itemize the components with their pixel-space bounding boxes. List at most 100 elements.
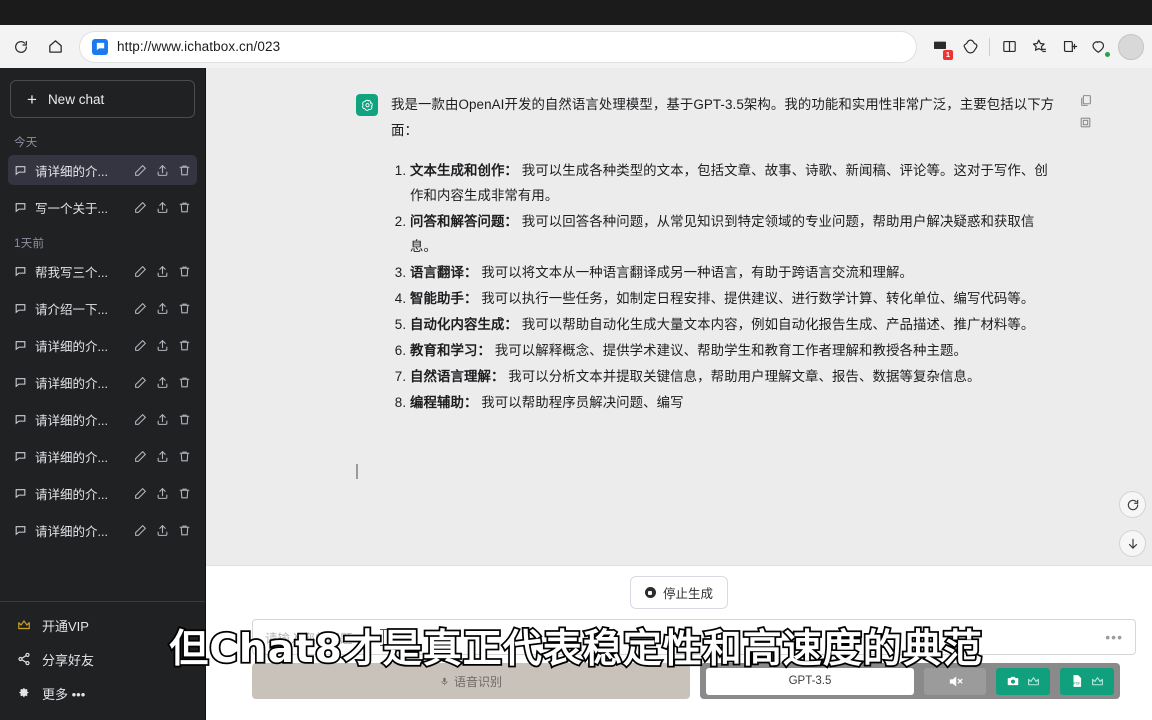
share-icon[interactable]	[156, 164, 169, 177]
share-icon[interactable]	[156, 487, 169, 500]
floating-action-buttons	[1119, 491, 1146, 557]
crown-icon	[16, 618, 31, 633]
share-icon[interactable]	[156, 339, 169, 352]
chat-bubble-icon	[15, 303, 26, 313]
chat-bubble-icon	[15, 525, 26, 535]
browser-tab-strip	[0, 0, 1152, 25]
chat-history-item[interactable]: 请详细的介...	[8, 441, 197, 471]
stop-generating-label: 停止生成	[662, 587, 713, 601]
message-input[interactable]: 请输入您的问题 •••	[252, 619, 1136, 655]
chat-history-item[interactable]: 请详细的介...	[8, 478, 197, 508]
chat-history-item[interactable]: 请详细的介...	[8, 515, 197, 545]
message-actions	[1079, 94, 1092, 129]
regenerate-icon[interactable]	[1119, 491, 1146, 518]
edit-icon[interactable]	[134, 339, 147, 352]
chat-item-title: 请介绍一下...	[35, 302, 108, 317]
list-item: 自然语言理解： 我可以分析文本并提取关键信息，帮助用户理解文章、报告、数据等复杂…	[410, 364, 1056, 389]
share-icon[interactable]	[156, 302, 169, 315]
chat-item-title: 请详细的介...	[35, 450, 108, 465]
mute-toggle[interactable]	[924, 667, 986, 695]
delete-icon[interactable]	[1079, 116, 1092, 129]
share-icon[interactable]	[156, 201, 169, 214]
list-item-body: 我可以将文本从一种语言翻译成另一种语言，有助于跨语言交流和理解。	[481, 265, 913, 280]
input-row: 请输入您的问题 •••	[206, 609, 1152, 655]
edit-icon[interactable]	[134, 376, 147, 389]
sidebar-item-label: 更多 •••	[42, 686, 86, 702]
edit-icon[interactable]	[134, 265, 147, 278]
chat-history-item[interactable]: 请详细的介...	[8, 330, 197, 360]
stop-generating-button[interactable]: 停止生成	[629, 576, 728, 609]
chat-item-title: 请详细的介...	[35, 376, 108, 391]
collections-icon[interactable]	[1055, 33, 1083, 61]
browser-essentials-icon[interactable]	[1085, 33, 1113, 61]
delete-icon[interactable]	[178, 413, 191, 426]
sidebar-item-share[interactable]: 分享好友	[8, 642, 197, 676]
message-scroll-area[interactable]: 我是一款由OpenAI开发的自然语言处理模型，基于GPT-3.5架构。我的功能和…	[206, 68, 1152, 565]
list-item: 编程辅助： 我可以帮助程序员解决问题、编写	[410, 390, 1056, 415]
delete-icon[interactable]	[178, 302, 191, 315]
pdf-upload-button[interactable]: PDF	[1060, 667, 1114, 695]
list-item-title: 文本生成和创作：	[410, 163, 518, 178]
refresh-icon[interactable]	[6, 32, 36, 62]
sidebar-item-more[interactable]: 更多 •••	[8, 676, 197, 710]
split-screen-icon[interactable]	[995, 33, 1023, 61]
downloads-icon[interactable]: 1	[926, 33, 954, 61]
chat-favicon	[92, 38, 108, 55]
edit-icon[interactable]	[134, 201, 147, 214]
share-icon[interactable]	[156, 524, 169, 537]
edit-icon[interactable]	[134, 164, 147, 177]
delete-icon[interactable]	[178, 164, 191, 177]
chat-history-item[interactable]: 帮我写三个...	[8, 256, 197, 286]
chat-history-item[interactable]: 请详细的介...	[8, 155, 197, 185]
camera-upload-button[interactable]	[996, 667, 1050, 695]
favorites-icon[interactable]	[1025, 33, 1053, 61]
list-item: 教育和学习： 我可以解释概念、提供学术建议、帮助学生和教育工作者理解和教授各种主…	[410, 338, 1056, 363]
share-icon[interactable]	[156, 265, 169, 278]
pdf-icon: PDF	[1073, 675, 1082, 687]
delete-icon[interactable]	[178, 339, 191, 352]
chat-history-item[interactable]: 请介绍一下...	[8, 293, 197, 323]
chat-bubble-icon	[15, 202, 26, 212]
list-item: 自动化内容生成： 我可以帮助自动化生成大量文本内容，例如自动化报告生成、产品描述…	[410, 312, 1056, 337]
edit-icon[interactable]	[134, 524, 147, 537]
chat-item-actions	[134, 487, 191, 500]
edit-icon[interactable]	[134, 413, 147, 426]
avatar[interactable]	[1118, 33, 1144, 60]
chat-history-item[interactable]: 写一个关于...	[8, 192, 197, 222]
vip-crown-icon	[1028, 676, 1039, 685]
sidebar-item-vip[interactable]: 开通VIP	[8, 608, 197, 642]
composer-right-tools: GPT-3.5 PDF	[700, 663, 1120, 699]
edit-icon[interactable]	[134, 487, 147, 500]
edit-icon[interactable]	[134, 302, 147, 315]
new-chat-button[interactable]: + New chat	[10, 80, 195, 118]
edit-icon[interactable]	[134, 450, 147, 463]
chat-item-title: 请详细的介...	[35, 524, 108, 539]
delete-icon[interactable]	[178, 376, 191, 389]
delete-icon[interactable]	[178, 487, 191, 500]
chat-history-item[interactable]: 请详细的介...	[8, 404, 197, 434]
delete-icon[interactable]	[178, 450, 191, 463]
delete-icon[interactable]	[178, 201, 191, 214]
share-icon[interactable]	[156, 450, 169, 463]
copy-icon[interactable]	[1079, 94, 1092, 107]
chat-history-item[interactable]: 请详细的介...	[8, 367, 197, 397]
copilot-icon[interactable]	[956, 33, 984, 61]
share-icon[interactable]	[156, 376, 169, 389]
home-icon[interactable]	[40, 32, 70, 62]
chat-bubble-icon	[15, 340, 26, 350]
delete-icon[interactable]	[178, 265, 191, 278]
share-icon[interactable]	[156, 413, 169, 426]
svg-text:PDF: PDF	[1074, 682, 1081, 686]
address-bar[interactable]: http://www.ichatbox.cn/023	[80, 31, 916, 62]
more-options-icon[interactable]: •••	[1105, 629, 1123, 645]
list-item-title: 编程辅助：	[410, 395, 478, 410]
model-selector[interactable]: GPT-3.5	[706, 667, 914, 695]
toolbar-divider	[989, 37, 990, 56]
chat-item-actions	[134, 524, 191, 537]
voice-recognition-button[interactable]: 语音识别	[252, 663, 690, 699]
scroll-to-bottom-icon[interactable]	[1119, 530, 1146, 557]
chat-history-list[interactable]: 今天 请详细的介... 写一个关于... 1天前 帮我写三个... 请介绍一下.…	[0, 124, 205, 601]
delete-icon[interactable]	[178, 524, 191, 537]
stop-generation-wrap: 停止生成	[206, 576, 1152, 609]
status-dot	[1104, 50, 1111, 58]
